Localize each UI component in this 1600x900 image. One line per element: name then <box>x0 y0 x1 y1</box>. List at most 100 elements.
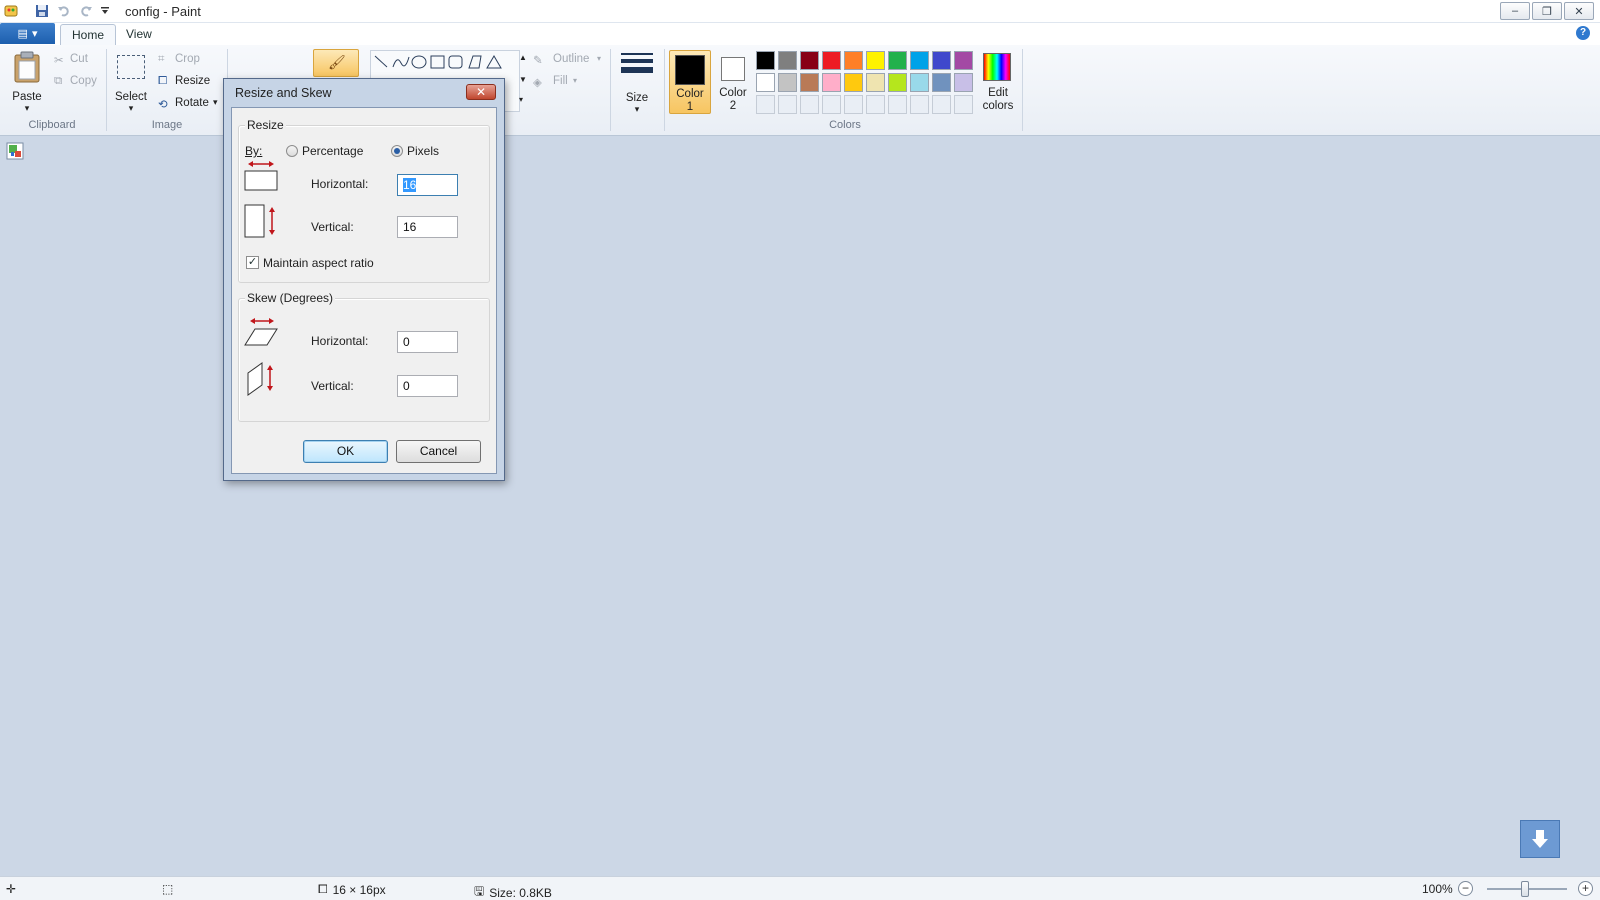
gallery-up-icon[interactable]: ▲ <box>519 53 527 62</box>
color2-button[interactable]: Color 2 <box>713 50 753 114</box>
cut-button[interactable]: Cut <box>70 53 88 65</box>
resize-horizontal-input[interactable]: 16 <box>397 174 458 196</box>
pixels-label[interactable]: Pixels <box>407 144 439 158</box>
skew-horizontal-input[interactable]: 0 <box>397 331 458 353</box>
palette-swatch[interactable] <box>888 73 907 92</box>
resize-vertical-input[interactable]: 16 <box>397 216 458 238</box>
tab-view[interactable]: View <box>115 24 163 45</box>
rotate-dropdown-icon: ▾ <box>213 97 218 107</box>
palette-swatch[interactable] <box>888 51 907 70</box>
palette-empty-swatch[interactable] <box>778 95 797 114</box>
palette-empty-swatch[interactable] <box>932 95 951 114</box>
maintain-aspect-checkbox[interactable]: ✓ <box>246 256 259 269</box>
copy-icon: ⧉ <box>54 75 63 87</box>
select-button[interactable]: Select ▾ <box>112 51 150 113</box>
zoom-out-button[interactable]: − <box>1458 881 1473 896</box>
palette-swatch[interactable] <box>910 73 929 92</box>
zoom-in-button[interactable]: + <box>1578 881 1593 896</box>
save-icon[interactable] <box>34 3 50 19</box>
select-dropdown-icon: ▾ <box>128 103 134 113</box>
redo-icon[interactable] <box>78 3 94 19</box>
outline-icon: ✎ <box>533 55 543 67</box>
palette-empty-swatch[interactable] <box>756 95 775 114</box>
tab-home[interactable]: Home <box>60 24 117 45</box>
palette-swatch[interactable] <box>866 51 885 70</box>
palette-swatch[interactable] <box>822 51 841 70</box>
maintain-aspect-label[interactable]: Maintain aspect ratio <box>263 256 374 270</box>
chevron-down-icon: ▾ <box>31 28 38 40</box>
file-size: 🖫 Size: 0.8KB <box>474 882 552 900</box>
minimize-button[interactable]: – <box>1500 2 1530 20</box>
palette-swatch[interactable] <box>844 73 863 92</box>
palette-empty-swatch[interactable] <box>800 95 819 114</box>
percentage-label[interactable]: Percentage <box>302 144 363 158</box>
help-icon[interactable]: ? <box>1576 26 1590 40</box>
zoom-level: 100% <box>1422 882 1453 896</box>
status-bar: ✛ ⬚ ⧠ 16 × 16px 🖫 Size: 0.8KB 100% − + <box>0 876 1600 900</box>
rotate-button[interactable]: Rotate <box>175 97 209 109</box>
disk-icon: 🖫 <box>474 884 485 898</box>
edit-colors-button[interactable]: Edit colors <box>975 50 1021 114</box>
palette-empty-swatch[interactable] <box>866 95 885 114</box>
palette-swatch[interactable] <box>778 73 797 92</box>
color1-button[interactable]: Color 1 <box>669 50 711 114</box>
palette-swatch[interactable] <box>822 73 841 92</box>
download-icon[interactable] <box>1520 820 1560 858</box>
image-canvas[interactable] <box>6 142 24 160</box>
undo-icon[interactable] <box>56 3 72 19</box>
resize-button[interactable]: Resize <box>175 75 210 87</box>
brush-icon: 🖌 <box>328 54 346 70</box>
size-button[interactable]: Size ▾ <box>618 49 656 114</box>
paste-button[interactable]: Paste ▾ <box>6 49 48 113</box>
palette-empty-swatch[interactable] <box>822 95 841 114</box>
cut-icon: ✂ <box>54 55 64 67</box>
copy-button[interactable]: Copy <box>70 75 97 87</box>
title-bar: config - Paint – ❐ ✕ <box>0 0 1600 23</box>
percentage-radio[interactable] <box>286 145 298 157</box>
group-divider <box>1022 49 1023 131</box>
palette-swatch[interactable] <box>800 73 819 92</box>
palette-empty-swatch[interactable] <box>888 95 907 114</box>
color2-number: 2 <box>729 100 737 112</box>
palette-swatch[interactable] <box>932 51 951 70</box>
cancel-button[interactable]: Cancel <box>396 440 481 463</box>
zoom-slider-thumb[interactable] <box>1521 881 1529 897</box>
palette-swatch[interactable] <box>954 73 973 92</box>
palette-swatch[interactable] <box>910 51 929 70</box>
palette-swatch[interactable] <box>932 73 951 92</box>
size-dropdown-icon: ▾ <box>634 104 640 114</box>
palette-swatch[interactable] <box>866 73 885 92</box>
brushes-button[interactable]: 🖌 <box>313 49 359 77</box>
skew-vertical-input[interactable]: 0 <box>397 375 458 397</box>
restore-button[interactable]: ❐ <box>1532 2 1562 20</box>
pixels-radio[interactable] <box>391 145 403 157</box>
fill-button[interactable]: Fill <box>553 75 568 87</box>
paste-dropdown-icon: ▾ <box>24 103 30 113</box>
dialog-close-button[interactable]: ✕ <box>466 84 496 100</box>
palette-swatch[interactable] <box>954 51 973 70</box>
palette-swatch[interactable] <box>778 51 797 70</box>
ribbon-tabs: ▤ ▾ Home View ? <box>0 23 1600 45</box>
palette-empty-swatch[interactable] <box>954 95 973 114</box>
palette-swatch[interactable] <box>844 51 863 70</box>
customize-toolbar-icon[interactable] <box>97 3 113 19</box>
palette-swatch[interactable] <box>756 51 775 70</box>
outline-dropdown-icon: ▾ <box>597 54 602 63</box>
size-icon <box>621 53 653 73</box>
palette-empty-swatch[interactable] <box>910 95 929 114</box>
gallery-down-icon[interactable]: ▼ <box>519 75 527 84</box>
file-menu-button[interactable]: ▤ ▾ <box>0 23 55 44</box>
crop-button[interactable]: Crop <box>175 53 200 65</box>
ok-button[interactable]: OK <box>303 440 388 463</box>
close-button[interactable]: ✕ <box>1564 2 1594 20</box>
gallery-more-icon[interactable]: ▾ <box>519 95 523 104</box>
resize-group: Resize By: Percentage Pixels Horizontal:… <box>238 118 490 283</box>
palette-empty-swatch[interactable] <box>844 95 863 114</box>
palette-swatch[interactable] <box>800 51 819 70</box>
resize-vertical-label: Vertical: <box>311 220 354 234</box>
palette-swatch[interactable] <box>756 73 775 92</box>
color2-swatch <box>721 57 745 81</box>
outline-button[interactable]: Outline <box>553 53 589 65</box>
paint-app-icon[interactable] <box>3 3 19 19</box>
resize-horizontal-label: Horizontal: <box>311 177 369 191</box>
